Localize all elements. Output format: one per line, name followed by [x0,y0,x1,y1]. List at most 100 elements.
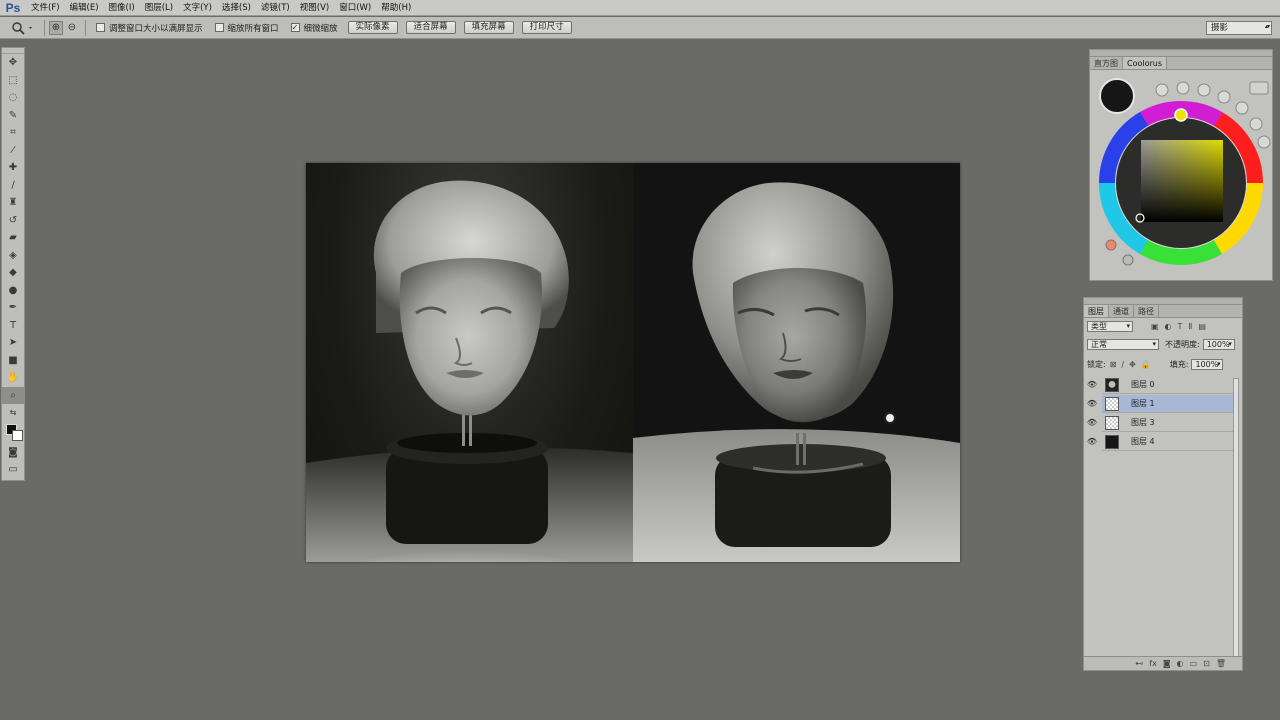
dodge-tool-icon[interactable]: ● [2,282,24,300]
opacity-input[interactable]: 100% [1202,339,1235,350]
checkbox-label: 调整窗口大小以满屏显示 [109,23,203,34]
panel-header[interactable] [1084,298,1242,305]
background-color-swatch[interactable] [12,430,23,441]
menu-edit[interactable]: 编辑(E) [65,0,104,16]
layer-row[interactable]: 👁 图层 3 [1087,414,1235,432]
menu-image[interactable]: 图像(I) [104,0,140,16]
tab-paths[interactable]: 路径 [1134,305,1159,317]
default-colors-icon[interactable]: ⇆ [2,404,24,422]
options-bar: ⊕ ⊖ 调整窗口大小以满屏显示 缩放所有窗口 ✓ 细微缩放 实际像素 适合屏幕 … [0,17,1280,39]
hand-tool-icon[interactable]: ✋ [2,369,24,387]
layer-row[interactable]: 👁 图层 4 [1087,433,1235,451]
type-tool-icon[interactable]: T [2,317,24,335]
blur-tool-icon[interactable]: ◆ [2,264,24,282]
blend-row: 正常 不透明度: 100% [1087,339,1235,350]
painted-head-study [633,182,960,562]
workspace-select[interactable]: 摄影 [1206,21,1272,35]
checkbox-box[interactable] [214,23,224,32]
zoom-in-icon[interactable]: ⊕ [49,20,63,35]
visibility-eye-icon[interactable]: 👁 [1086,437,1098,446]
visibility-eye-icon[interactable]: 👁 [1086,418,1098,427]
menu-layer[interactable]: 图层(L) [140,0,178,16]
paint-bucket-tool-icon[interactable]: ◈ [2,247,24,265]
fill-screen-button[interactable]: 填充屏幕 [463,21,514,34]
crop-tool-icon[interactable]: ⌗ [2,124,24,142]
document-canvas[interactable] [306,163,960,562]
lock-icons[interactable]: ⊠∕✥🔒 [1110,360,1156,369]
marquee-tool-icon[interactable]: ⬚ [2,72,24,90]
rectangle-tool-icon[interactable]: ■ [2,352,24,370]
path-select-tool-icon[interactable]: ➤ [2,334,24,352]
layer-row[interactable]: 👁 图层 1 [1087,395,1235,413]
visibility-eye-icon[interactable]: 👁 [1086,380,1098,389]
blend-mode-value: 正常 [1091,340,1107,349]
scrubby-zoom-checkbox[interactable]: ✓ 细微缩放 [290,22,338,34]
quick-mask-icon[interactable]: ◙ [2,444,24,462]
resize-windows-checkbox[interactable]: 调整窗口大小以满屏显示 [96,22,203,34]
move-tool-icon[interactable]: ✥ [2,54,24,72]
fill-input[interactable]: 100% [1191,359,1224,370]
tab-coolorus[interactable]: Coolorus [1123,57,1168,69]
color-panel-tabs: 直方图 Coolorus [1090,57,1272,70]
layers-scrollbar[interactable] [1233,378,1239,658]
zoom-out-icon[interactable]: ⊖ [65,21,79,35]
tab-layers[interactable]: 图层 [1084,305,1109,317]
divider [85,19,86,36]
checkbox-label: 细微缩放 [303,23,338,34]
history-brush-tool-icon[interactable]: ↺ [2,212,24,230]
menu-file[interactable]: 文件(F) [26,0,65,16]
painted-study [633,163,960,562]
eyedropper-tool-icon[interactable]: ⁄ [2,142,24,160]
color-wheel[interactable] [1090,70,1272,280]
fill-value: 100% [1195,360,1219,369]
screen-mode-icon[interactable]: ▭ [2,461,24,479]
menu-type[interactable]: 文字(Y) [178,0,217,16]
zoom-tool-icon[interactable]: ⌕ [2,386,24,404]
actual-pixels-button[interactable]: 实际像素 [347,21,398,34]
zoom-tool-icon [12,21,32,35]
healing-brush-tool-icon[interactable]: ✚ [2,159,24,177]
new-layer-icon[interactable]: ⊡ [1203,659,1210,668]
quick-select-tool-icon[interactable]: ✎ [2,107,24,125]
menu-select[interactable]: 选择(S) [217,0,256,16]
zoom-all-windows-checkbox[interactable]: 缩放所有窗口 [214,22,279,34]
clone-stamp-tool-icon[interactable]: ♜ [2,194,24,212]
checkbox-box[interactable] [96,23,105,32]
layers-panel: 图层 通道 路径 类型 ▣◐TⅡ▤ 正常 不透明度: 100% 锁定: ⊠∕✥🔒… [1083,297,1243,671]
layer-style-icon[interactable]: fx [1149,659,1157,668]
link-layers-icon[interactable]: ⊷ [1135,659,1143,668]
panel-header[interactable] [1090,50,1272,57]
layer-thumbnail [1105,396,1119,411]
filter-icons[interactable]: ▣◐TⅡ▤ [1151,322,1212,331]
layer-name: 图层 0 [1131,380,1155,389]
tab-channels[interactable]: 通道 [1109,305,1134,317]
zoom-cursor-icon [884,412,896,424]
color-panel: 直方图 Coolorus [1089,49,1273,281]
blend-mode-select[interactable]: 正常 [1087,339,1159,350]
filter-row: 类型 ▣◐TⅡ▤ [1087,321,1212,332]
reference-photo [306,163,633,562]
adjustment-layer-icon[interactable]: ◐ [1177,659,1184,668]
lasso-tool-icon[interactable]: ◌ [2,89,24,107]
visibility-eye-icon[interactable]: 👁 [1086,399,1098,408]
menu-filter[interactable]: 滤镜(T) [256,0,295,16]
brush-tool-icon[interactable]: ∕ [2,177,24,195]
new-group-icon[interactable]: ▭ [1190,659,1198,668]
add-mask-icon[interactable]: ◙ [1163,659,1171,668]
layer-row[interactable]: 👁 图层 0 [1087,376,1235,394]
fit-screen-button[interactable]: 适合屏幕 [405,21,456,34]
delete-layer-icon[interactable]: 🗑 [1216,659,1226,668]
eraser-tool-icon[interactable]: ▰ [2,229,24,247]
tool-preset-picker[interactable] [6,18,40,38]
checkbox-checked[interactable]: ✓ [290,23,300,32]
menu-view[interactable]: 视图(V) [295,0,334,16]
print-size-button[interactable]: 打印尺寸 [521,21,572,34]
menu-window[interactable]: 窗口(W) [334,0,376,16]
menu-help[interactable]: 帮助(H) [376,0,416,16]
layer-filter-select[interactable]: 类型 [1087,321,1133,332]
layer-thumbnail [1105,415,1119,430]
pen-tool-icon[interactable]: ✒ [2,299,24,317]
tab-histogram[interactable]: 直方图 [1090,57,1123,69]
photoshop-logo: Ps [5,0,21,15]
filter-value: 类型 [1091,322,1107,331]
